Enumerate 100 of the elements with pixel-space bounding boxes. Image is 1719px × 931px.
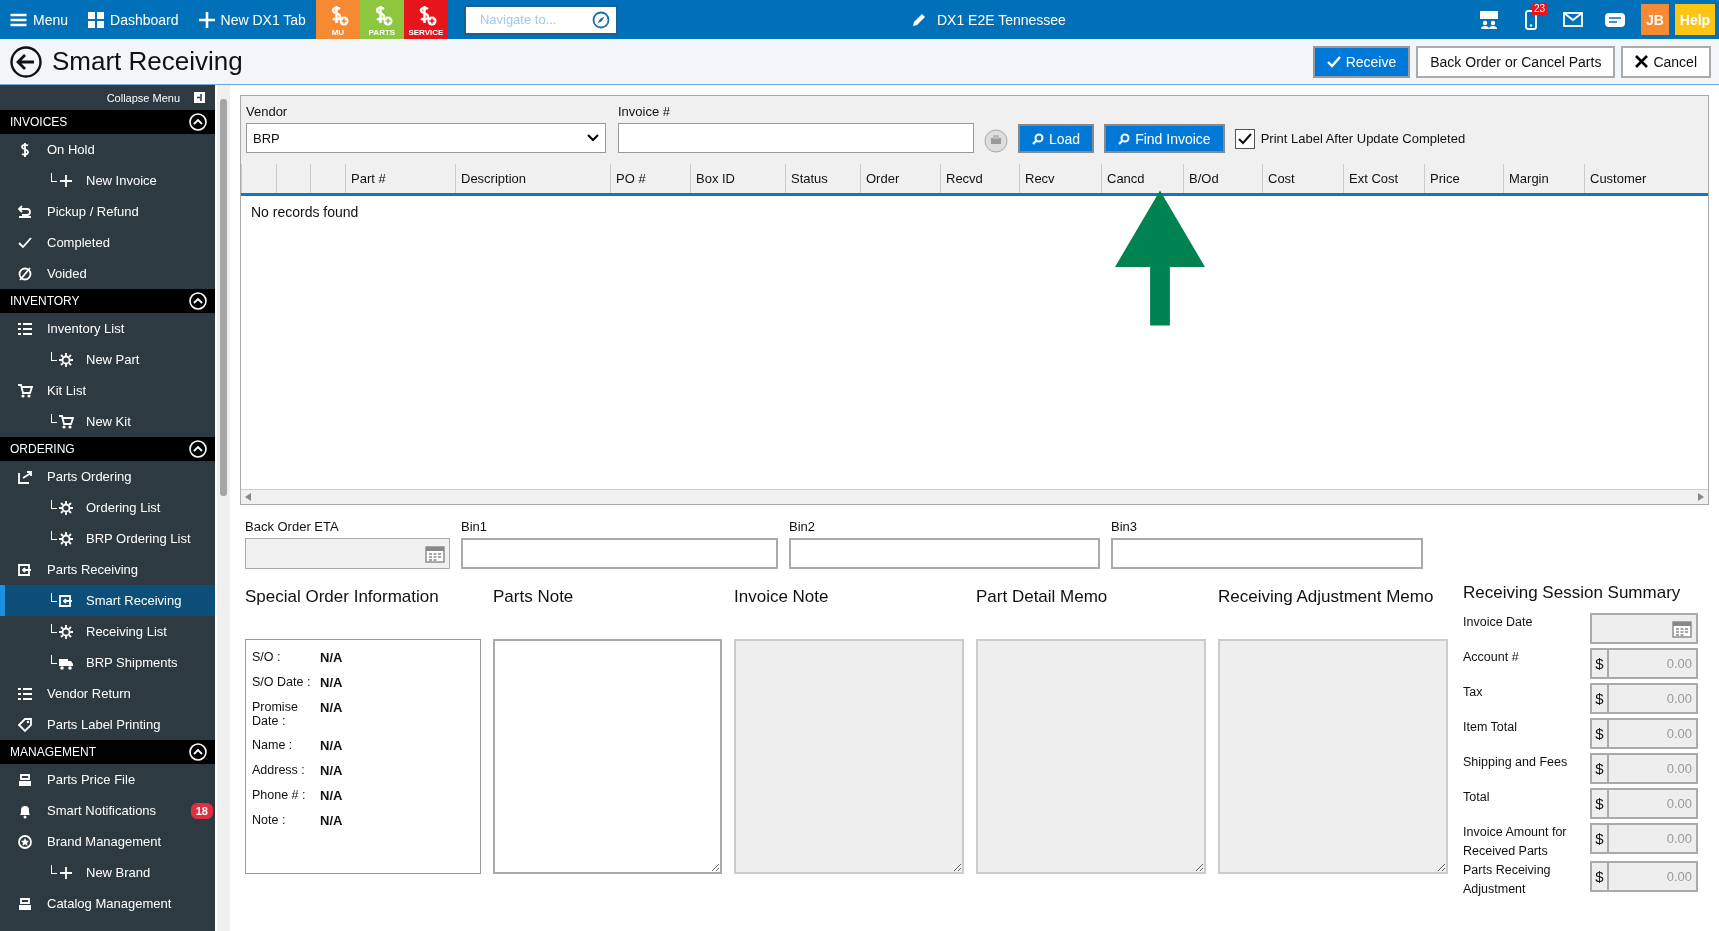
- info-label: Address :: [252, 762, 306, 778]
- sidebar-item[interactable]: Voided: [0, 258, 215, 289]
- collapse-menu-link[interactable]: Collapse Menu: [106, 91, 180, 104]
- info-label: Name :: [252, 737, 294, 753]
- staff-board-icon: [1479, 10, 1499, 29]
- plus-icon: [58, 864, 74, 881]
- sidebar-item[interactable]: New Part: [0, 344, 215, 375]
- collapse-icon: [194, 92, 205, 103]
- find-invoice-button[interactable]: Find Invoice: [1104, 124, 1225, 153]
- bin-field[interactable]: [789, 538, 1100, 569]
- sidebar-item[interactable]: Parts Receiving: [0, 554, 215, 585]
- column-header[interactable]: Price: [1430, 171, 1460, 186]
- chevron-down-icon: [587, 134, 599, 142]
- info-label: S/O :: [252, 649, 282, 665]
- sidebar-item[interactable]: Kit List: [0, 375, 215, 406]
- receive-button[interactable]: Receive: [1312, 45, 1411, 78]
- column-header[interactable]: Description: [461, 171, 527, 186]
- column-header[interactable]: Margin: [1509, 171, 1549, 186]
- stack-icon: [17, 771, 33, 788]
- column-header[interactable]: B/Od: [1189, 171, 1219, 186]
- sidebar-item[interactable]: Pickup / Refund: [0, 196, 215, 227]
- sidebar-item[interactable]: New Brand: [0, 857, 215, 888]
- column-header[interactable]: Box ID: [696, 171, 735, 186]
- import-icon: [58, 592, 74, 609]
- print-label-checkbox[interactable]: [1234, 128, 1255, 149]
- column-header[interactable]: Recvd: [946, 171, 983, 186]
- sidebar-item[interactable]: Completed: [0, 227, 215, 258]
- column-header[interactable]: Ext Cost: [1349, 171, 1399, 186]
- sidebar-item[interactable]: Parts Label Printing: [0, 709, 215, 740]
- sidebar-item[interactable]: Smart Receiving: [0, 585, 215, 616]
- section-title: Part Detail Memo: [976, 587, 1109, 608]
- sidebar-item[interactable]: On Hold: [0, 134, 215, 165]
- info-value: N/A: [320, 699, 344, 717]
- sidebar-item[interactable]: Ordering List: [0, 492, 215, 523]
- sidebar-item[interactable]: Brand Management: [0, 826, 215, 857]
- vendor-dropdown[interactable]: BRP: [246, 123, 606, 153]
- info-value: N/A: [320, 762, 344, 778]
- info-label: Phone # :: [252, 787, 307, 803]
- pencil-icon: [910, 11, 927, 28]
- quick-add-button[interactable]: SERVICE: [403, 0, 448, 39]
- invoice-field[interactable]: [618, 123, 974, 153]
- column-header[interactable]: Cancd: [1107, 171, 1145, 186]
- horizontal-scrollbar[interactable]: [241, 489, 1708, 504]
- section-header[interactable]: MANAGEMENT: [0, 740, 215, 764]
- list-icon: [17, 320, 33, 337]
- amount-field[interactable]: $ 0.00: [1590, 648, 1698, 679]
- section-header[interactable]: INVENTORY: [0, 289, 215, 313]
- import-icon: [17, 561, 33, 578]
- sidebar-item[interactable]: Vendor Return: [0, 678, 215, 709]
- date-field[interactable]: [245, 538, 450, 569]
- location-name: DX1 E2E Tennessee: [936, 11, 1066, 28]
- sidebar-item[interactable]: New Kit: [0, 406, 215, 437]
- summary-label: Item Total: [1463, 719, 1518, 736]
- sidebar-item[interactable]: BRP Ordering List: [0, 523, 215, 554]
- summary-label: Invoice Amount for Received Parts: [1463, 824, 1568, 860]
- column-header[interactable]: Part #: [351, 171, 386, 186]
- cancel-button[interactable]: Cancel: [1621, 45, 1711, 78]
- column-header[interactable]: Recv: [1025, 171, 1055, 186]
- scrollbar[interactable]: [217, 85, 230, 931]
- sidebar-item[interactable]: Smart Notifications 18: [0, 795, 215, 826]
- tag-icon: [17, 716, 33, 733]
- column-header[interactable]: Cost: [1268, 171, 1295, 186]
- sidebar-item[interactable]: Inventory List: [0, 313, 215, 344]
- gear-icon: [58, 351, 74, 368]
- amount-field[interactable]: $ 0.00: [1590, 823, 1698, 854]
- bin-field[interactable]: [461, 538, 778, 569]
- sidebar-item[interactable]: Receiving List: [0, 616, 215, 647]
- dashboard-button[interactable]: Dashboard: [78, 0, 189, 39]
- cart-icon: [17, 382, 33, 399]
- column-header[interactable]: Order: [866, 171, 900, 186]
- sidebar-item[interactable]: BRP Shipments: [0, 647, 215, 678]
- sidebar-item[interactable]: Catalog Management: [0, 888, 215, 919]
- calendar-icon: [425, 544, 445, 563]
- amount-field[interactable]: $ 0.00: [1590, 788, 1698, 819]
- check-icon: [1326, 54, 1341, 69]
- bin-field[interactable]: [1111, 538, 1423, 569]
- column-header[interactable]: PO #: [616, 171, 646, 186]
- note-field[interactable]: [493, 638, 722, 874]
- new-tab-button[interactable]: New DX1 Tab: [188, 0, 316, 39]
- column-header[interactable]: Status: [791, 171, 828, 186]
- sidebar-item[interactable]: Parts Price File: [0, 764, 215, 795]
- section-header[interactable]: INVOICES: [0, 110, 215, 134]
- load-button[interactable]: Load: [1018, 124, 1095, 153]
- navigate-field[interactable]: Navigate to...: [463, 4, 618, 35]
- phone-button[interactable]: 23: [1511, 0, 1551, 39]
- plus-icon: [58, 172, 74, 189]
- amount-field[interactable]: $ 0.00: [1590, 753, 1698, 784]
- field-label: Back Order ETA: [245, 519, 340, 534]
- sidebar-item[interactable]: New Invoice: [0, 165, 215, 196]
- menu-button[interactable]: Menu: [0, 0, 79, 39]
- column-header[interactable]: Customer: [1590, 171, 1647, 186]
- section-title: Parts Note: [493, 587, 575, 608]
- section-header[interactable]: ORDERING: [0, 437, 215, 461]
- amount-field[interactable]: $ 0.00: [1590, 683, 1698, 714]
- date-field[interactable]: [1590, 613, 1698, 644]
- sidebar-item[interactable]: Parts Ordering: [0, 461, 215, 492]
- amount-field[interactable]: $ 0.00: [1590, 718, 1698, 749]
- amount-field[interactable]: $ 0.00: [1590, 861, 1698, 892]
- summary-label: Account #: [1463, 649, 1520, 666]
- action-button[interactable]: Back Order or Cancel Parts: [1416, 45, 1616, 78]
